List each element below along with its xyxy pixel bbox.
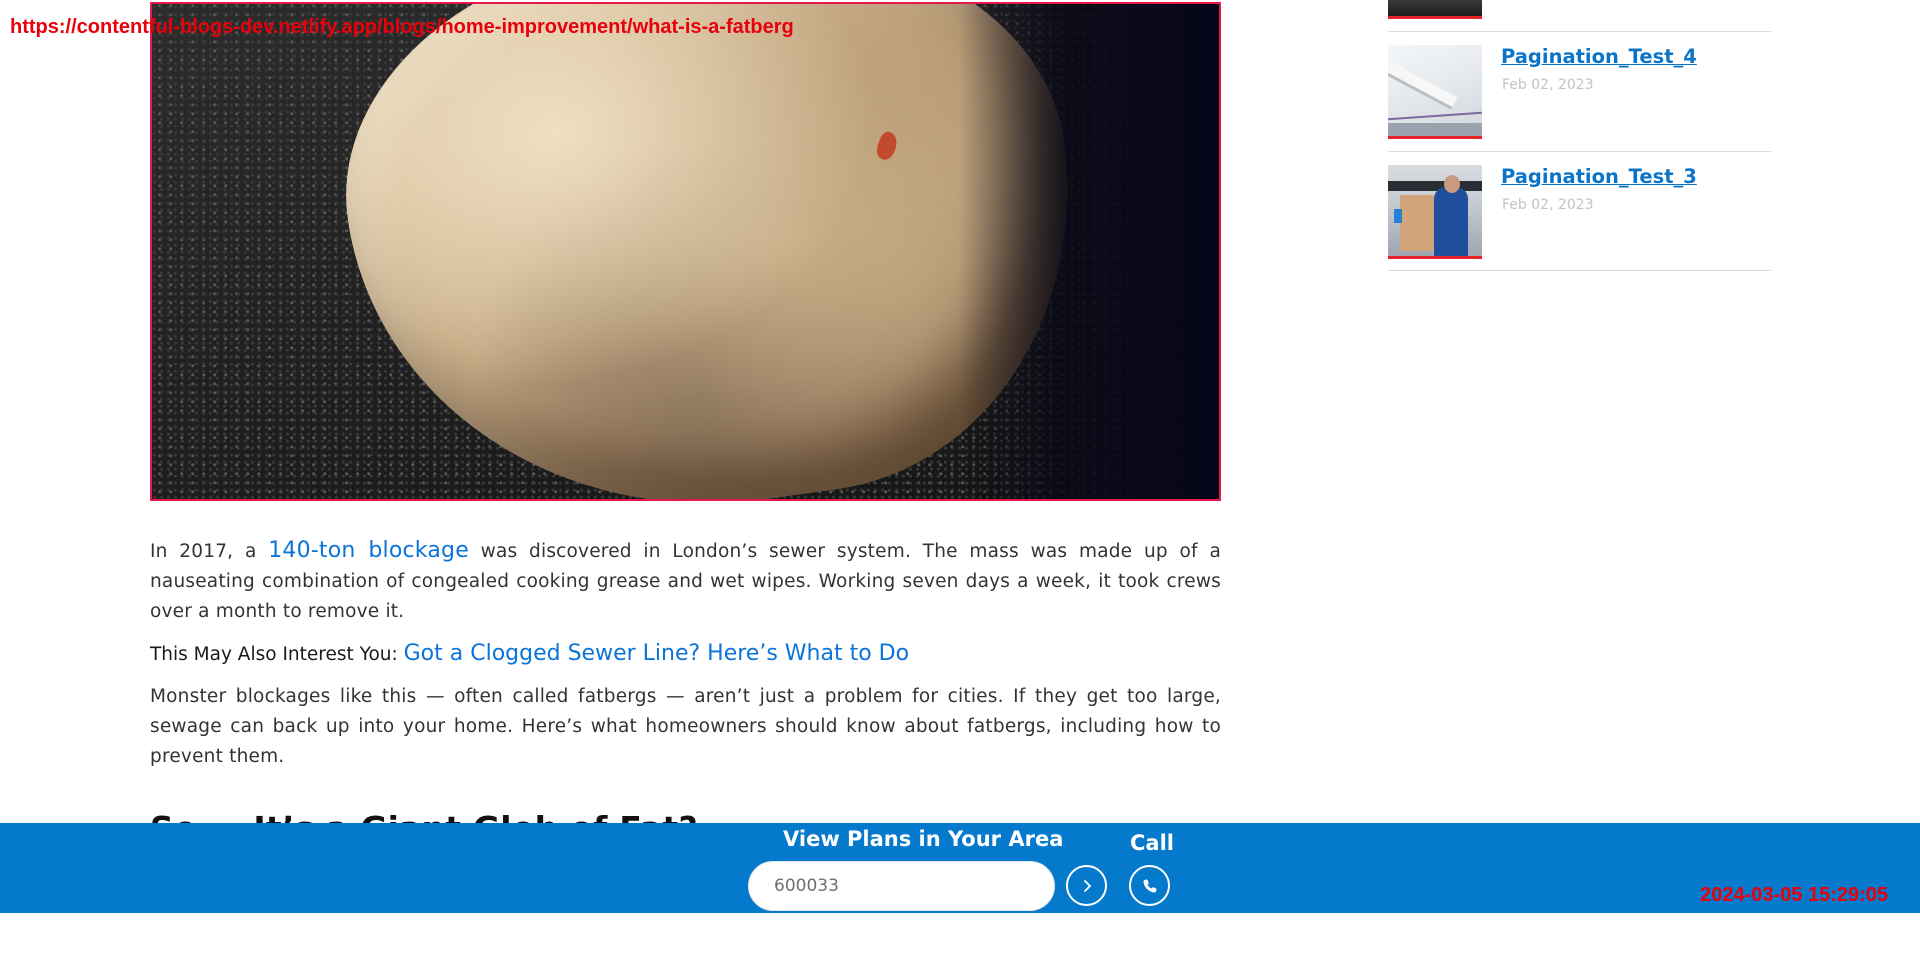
wall-shape bbox=[1388, 123, 1482, 136]
url-overlay: https://contentful-blogs-dev.netlify.app… bbox=[10, 16, 794, 38]
divider bbox=[1388, 270, 1771, 271]
paragraph-text: In 2017, a bbox=[150, 541, 269, 562]
related-label: This May Also Interest You: bbox=[150, 644, 404, 665]
article-paragraph-1: In 2017, a 140-ton blockage was discover… bbox=[150, 536, 1221, 627]
gutter-shape bbox=[1388, 55, 1458, 110]
post-thumbnail[interactable] bbox=[1388, 165, 1482, 259]
sidebar-post-item[interactable]: Pagination_Test_3 Feb 02, 2023 bbox=[1388, 165, 1771, 259]
timestamp-overlay: 2024-03-05 15:29:05 bbox=[1700, 884, 1888, 906]
view-plans-label: View Plans in Your Area bbox=[783, 827, 1064, 851]
view-plans-bar: View Plans in Your Area Call bbox=[0, 823, 1920, 913]
post-thumbnail[interactable] bbox=[1388, 45, 1482, 139]
view-plans-submit-button[interactable] bbox=[1066, 865, 1107, 906]
phone-icon bbox=[1142, 878, 1157, 893]
box-shape bbox=[1400, 195, 1434, 251]
head-shape bbox=[1444, 175, 1460, 193]
related-article-link[interactable]: Got a Clogged Sewer Line? Here’s What to… bbox=[404, 641, 909, 666]
article-body: In 2017, a 140-ton blockage was discover… bbox=[150, 536, 1221, 848]
previous-post-thumbnail[interactable] bbox=[1388, 0, 1482, 19]
zip-code-input[interactable] bbox=[748, 861, 1055, 911]
post-date: Feb 02, 2023 bbox=[1502, 77, 1594, 93]
sidebar-post-item[interactable]: Pagination_Test_4 Feb 02, 2023 bbox=[1388, 45, 1771, 139]
blockage-link[interactable]: 140-ton blockage bbox=[268, 538, 469, 563]
wire-shape bbox=[1388, 111, 1482, 121]
shelf-shape bbox=[1388, 181, 1482, 191]
chevron-right-icon bbox=[1083, 879, 1091, 892]
divider bbox=[1388, 151, 1771, 152]
call-label: Call bbox=[1130, 831, 1174, 855]
article-hero-image bbox=[150, 2, 1221, 501]
person-shape bbox=[1434, 187, 1468, 256]
post-title-link[interactable]: Pagination_Test_3 bbox=[1501, 165, 1697, 188]
divider bbox=[1388, 31, 1771, 32]
call-button[interactable] bbox=[1129, 865, 1170, 906]
post-title-link[interactable]: Pagination_Test_4 bbox=[1501, 45, 1697, 68]
related-article: This May Also Interest You: Got a Clogge… bbox=[150, 639, 1221, 670]
post-date: Feb 02, 2023 bbox=[1502, 197, 1594, 213]
photo-shadow bbox=[959, 4, 1219, 499]
tag-shape bbox=[1394, 209, 1402, 223]
article-paragraph-2: Monster blockages like this — often call… bbox=[150, 686, 1221, 767]
